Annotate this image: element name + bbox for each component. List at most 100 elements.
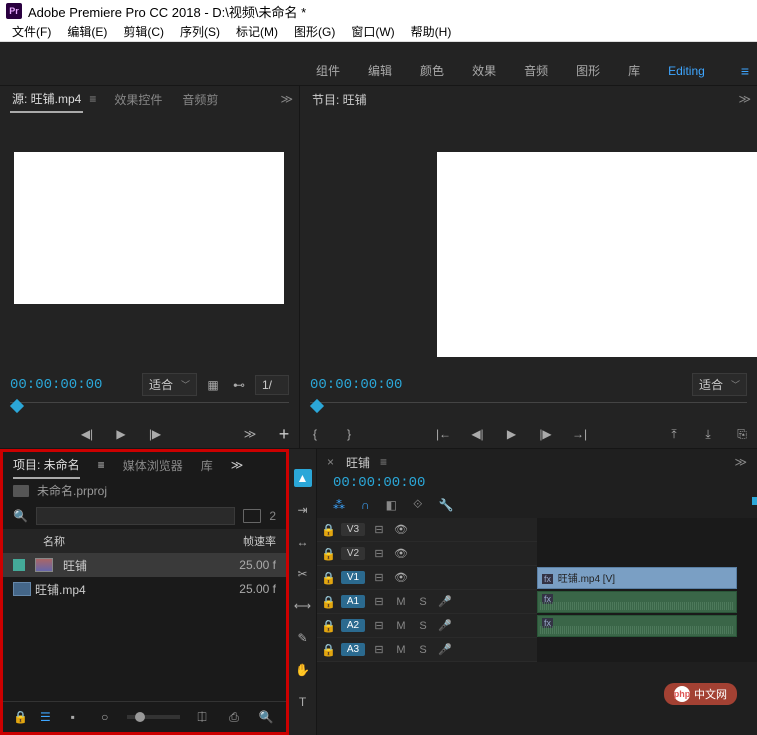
menu-clip[interactable]: 剪辑(C) (115, 23, 172, 40)
source-patch-icon[interactable]: ⊟ (371, 619, 387, 632)
track-header-a1[interactable]: 🔒 A1 ⊟ M S 🎤 (317, 590, 537, 614)
add-marker-icon[interactable]: + (273, 424, 295, 444)
eye-icon[interactable]: 👁 (393, 547, 409, 560)
voice-over-icon[interactable]: 🎤 (437, 619, 453, 632)
prog-step-back-icon[interactable]: ◀| (467, 424, 489, 444)
razor-tool-icon[interactable]: ✂ (294, 565, 312, 583)
list-item[interactable]: 旺铺 25.00 f (3, 553, 286, 577)
source-zoom-dropdown[interactable]: 适合﹀ (142, 373, 197, 396)
source-ruler[interactable] (10, 402, 289, 418)
hand-tool-icon[interactable]: ✋ (294, 661, 312, 679)
track-label[interactable]: A2 (341, 619, 365, 632)
program-zoom-dropdown[interactable]: 适合﹀ (692, 373, 747, 396)
mark-out-icon[interactable]: } (338, 424, 360, 444)
search-input[interactable] (36, 507, 235, 525)
source-patch-icon[interactable]: ⊟ (371, 571, 387, 584)
timeline-content[interactable]: fx 旺铺.mp4 [V] fx fx (537, 518, 757, 662)
out-point-icon[interactable]: ⊷ (229, 376, 249, 394)
ws-effects[interactable]: 效果 (472, 62, 496, 79)
zoom-slider[interactable] (127, 715, 180, 719)
lock-icon[interactable]: 🔒 (321, 595, 335, 609)
tab-libraries[interactable]: 库 (201, 453, 213, 478)
linked-selection-icon[interactable]: ∩ (361, 498, 370, 512)
menu-graphics[interactable]: 图形(G) (286, 23, 343, 40)
track-label[interactable]: V1 (341, 571, 365, 584)
list-view-icon[interactable]: ☰ (40, 710, 51, 724)
ripple-tool-icon[interactable]: ↔ (294, 533, 312, 551)
mute-icon[interactable]: M (393, 596, 409, 608)
go-out-icon[interactable]: →| (569, 424, 591, 444)
ws-editing-cn[interactable]: 编辑 (368, 62, 392, 79)
voice-over-icon[interactable]: 🎤 (437, 643, 453, 656)
list-item[interactable]: 旺铺.mp4 25.00 f (3, 577, 286, 601)
program-canvas[interactable] (437, 152, 757, 357)
track-label[interactable]: A1 (341, 595, 365, 608)
new-bin-icon[interactable] (243, 509, 261, 523)
menu-edit[interactable]: 编辑(E) (59, 23, 115, 40)
lock-icon[interactable]: 🔒 (321, 619, 335, 633)
workspace-menu-icon[interactable]: ≡ (733, 63, 749, 79)
ws-audio[interactable]: 音频 (524, 62, 548, 79)
add-marker-tl-icon[interactable]: ◧ (386, 498, 397, 512)
tab-project-menu-icon[interactable]: ≡ (98, 458, 105, 472)
source-patch-icon[interactable]: ⊟ (371, 643, 387, 656)
tab-source[interactable]: 源: 旺铺.mp4 (10, 86, 83, 113)
export-frame-icon[interactable]: ⎘ (731, 424, 753, 444)
solo-icon[interactable]: S (415, 644, 431, 656)
track-header-v3[interactable]: 🔒 V3 ⊟ 👁 (317, 518, 537, 542)
track-label[interactable]: V2 (341, 547, 365, 560)
prog-step-forward-icon[interactable]: |▶ (535, 424, 557, 444)
ws-graphics[interactable]: 图形 (576, 62, 600, 79)
mute-icon[interactable]: M (393, 644, 409, 656)
tab-media-browser[interactable]: 媒体浏览器 (123, 453, 183, 478)
close-sequence-icon[interactable]: × (327, 455, 334, 469)
icon-view-icon[interactable]: ▪ (63, 708, 83, 726)
pen-tool-icon[interactable]: ✎ (294, 629, 312, 647)
eye-icon[interactable]: 👁 (393, 571, 409, 584)
write-lock-icon[interactable]: 🔒 (13, 710, 28, 724)
timeline-overflow-icon[interactable]: ≫ (734, 455, 747, 469)
program-playhead-icon[interactable] (310, 399, 324, 413)
menu-file[interactable]: 文件(F) (4, 23, 59, 40)
automate-icon[interactable]: ⎙ (224, 708, 244, 726)
tab-program[interactable]: 节目: 旺铺 (310, 87, 369, 112)
ws-library[interactable]: 库 (628, 62, 640, 79)
track-label[interactable]: V3 (341, 523, 365, 536)
play-icon[interactable]: ▶ (110, 424, 132, 444)
selection-tool-icon[interactable]: ▲ (294, 469, 312, 487)
menu-sequence[interactable]: 序列(S) (172, 23, 228, 40)
track-label[interactable]: A3 (341, 643, 365, 656)
menu-marker[interactable]: 标记(M) (228, 23, 286, 40)
video-clip[interactable]: fx 旺铺.mp4 [V] (537, 567, 737, 589)
track-select-tool-icon[interactable]: ⇥ (294, 501, 312, 519)
extract-icon[interactable]: ⤓ (697, 424, 719, 444)
lock-icon[interactable]: 🔒 (321, 571, 335, 585)
track-header-a3[interactable]: 🔒 A3 ⊟ M S 🎤 (317, 638, 537, 662)
mark-in-icon[interactable]: { (304, 424, 326, 444)
voice-over-icon[interactable]: 🎤 (437, 595, 453, 608)
lock-icon[interactable]: 🔒 (321, 643, 335, 657)
ws-color[interactable]: 颜色 (420, 62, 444, 79)
program-ruler[interactable] (310, 402, 747, 418)
freeform-view-icon[interactable]: ○ (95, 708, 115, 726)
step-forward-icon[interactable]: |▶ (144, 424, 166, 444)
tab-source-menu-icon[interactable]: ≡ (89, 92, 96, 106)
source-patch-icon[interactable]: ⊟ (371, 547, 387, 560)
track-header-v1[interactable]: 🔒 V1 ⊟ 👁 (317, 566, 537, 590)
settings-icon[interactable]: ⟐ (413, 497, 422, 512)
sort-icon[interactable]: ⎅ (192, 708, 212, 726)
lock-icon[interactable]: 🔒 (321, 523, 335, 537)
timeline-playhead-icon[interactable] (752, 497, 757, 505)
safe-margins-icon[interactable]: ▦ (203, 376, 223, 394)
lock-icon[interactable]: 🔒 (321, 547, 335, 561)
col-fps[interactable]: 帧速率 (236, 533, 276, 549)
sequence-tab-menu-icon[interactable]: ≡ (380, 455, 387, 469)
prog-play-icon[interactable]: ▶ (501, 424, 523, 444)
menu-window[interactable]: 窗口(W) (343, 23, 402, 40)
solo-icon[interactable]: S (415, 620, 431, 632)
sequence-tab[interactable]: 旺铺 (340, 450, 376, 475)
source-patch-icon[interactable]: ⊟ (371, 595, 387, 608)
tab-project[interactable]: 项目: 未命名 (13, 452, 80, 479)
solo-icon[interactable]: S (415, 596, 431, 608)
tab-effect-controls[interactable]: 效果控件 (112, 87, 164, 112)
